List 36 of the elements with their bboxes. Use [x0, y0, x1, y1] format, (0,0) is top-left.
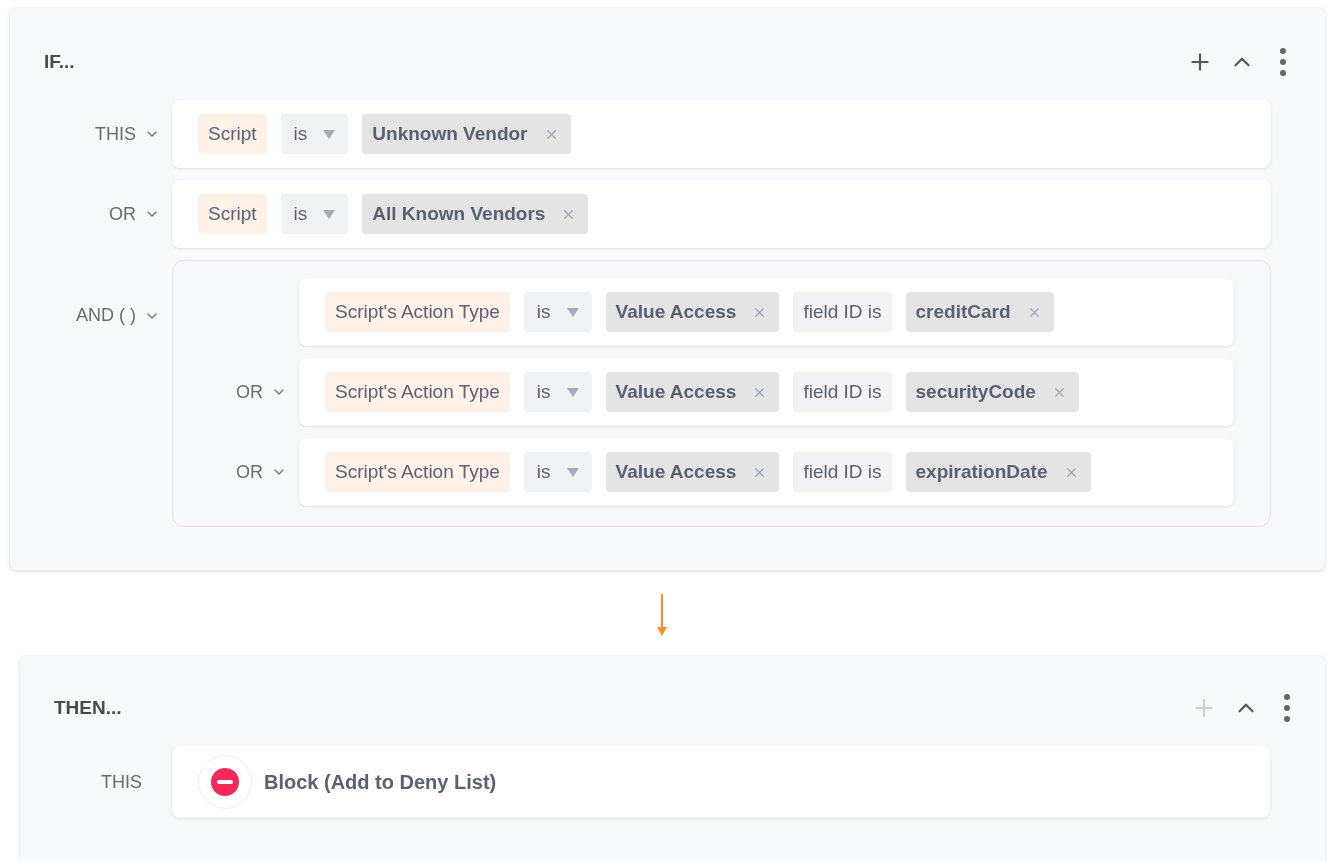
connector-dropdown[interactable]: OR — [236, 378, 287, 406]
connector-dropdown[interactable]: AND ( ) — [76, 302, 160, 329]
attribute-tag[interactable]: Script — [198, 194, 267, 234]
attribute-tag[interactable]: Script's Action Type — [325, 452, 510, 492]
caret-icon — [323, 209, 336, 219]
chip-label: expirationDate — [915, 459, 1048, 484]
caret-icon — [566, 307, 579, 317]
caret-icon — [323, 129, 336, 139]
block-title: THEN... — [54, 695, 122, 720]
chip-label: Unknown Vendor — [372, 121, 528, 146]
connector-dropdown[interactable]: THIS — [95, 120, 160, 148]
chip-label: Value Access — [615, 379, 737, 404]
caret-icon — [566, 387, 579, 397]
connector-dropdown[interactable]: OR — [109, 200, 160, 228]
chip-label: Value Access — [615, 299, 737, 324]
action-connector: THIS — [101, 770, 142, 794]
action-label: Block (Add to Deny List) — [264, 770, 497, 795]
condition-label: field ID is — [793, 372, 892, 412]
condition-label: field ID is — [793, 292, 892, 332]
operator-dropdown[interactable]: is — [523, 452, 592, 492]
connector-dropdown[interactable]: OR — [236, 458, 287, 486]
down-arrow-icon — [656, 594, 667, 636]
chip-label: Value Access — [615, 459, 737, 484]
chip-label: securityCode — [915, 379, 1036, 404]
attribute-tag[interactable]: Script — [198, 114, 267, 154]
operator-dropdown[interactable]: is — [280, 114, 349, 154]
attribute-tag[interactable]: Script's Action Type — [325, 372, 510, 412]
operator-dropdown[interactable]: is — [523, 372, 592, 412]
chip-label: All Known Vendors — [372, 201, 546, 226]
chip-label: creditCard — [915, 299, 1011, 324]
operator-dropdown[interactable]: is — [523, 292, 592, 332]
condition-label: field ID is — [793, 452, 892, 492]
caret-icon — [566, 467, 579, 477]
operator-dropdown[interactable]: is — [280, 194, 349, 234]
block-title: IF... — [44, 49, 75, 74]
attribute-tag[interactable]: Script's Action Type — [325, 292, 510, 332]
